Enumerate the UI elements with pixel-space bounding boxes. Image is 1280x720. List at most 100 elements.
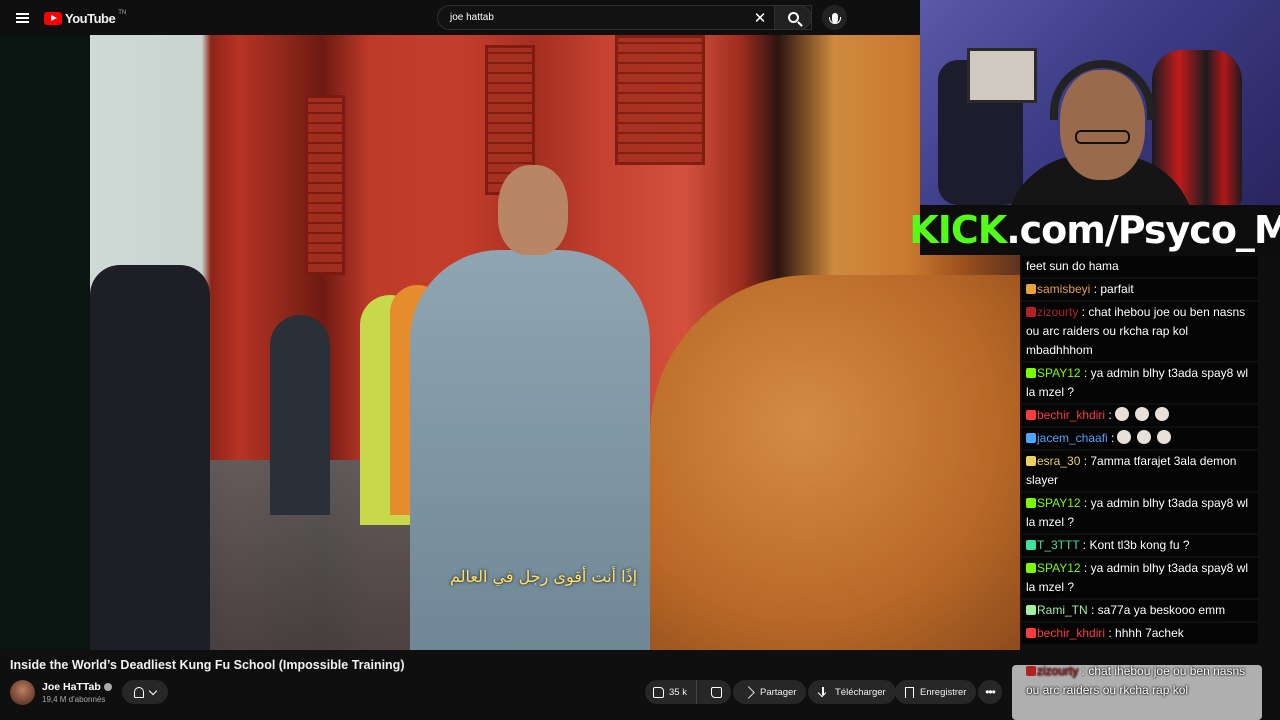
chat-message: Rami_TN : sa77a ya beskooo emm [1022, 600, 1258, 621]
channel-owner: Joe HaTTab 19,4 M d'abonnés [10, 678, 112, 706]
emote-icon [1157, 430, 1172, 444]
chat-text: : [1105, 408, 1112, 422]
search-icon [787, 12, 799, 23]
chat-message: SPAY12 : ya admin blhy t3ada spay8 wl la… [1022, 558, 1258, 598]
chat-text: : Kont tl3b kong fu ? [1079, 538, 1190, 552]
kick-url: .com/Psyco_M [1006, 208, 1280, 252]
chat-username[interactable]: zizourty [1037, 305, 1078, 319]
video-subtitle: إذًا أنت أقوى رجل في العالم [450, 567, 638, 586]
save-label: Enregistrer [920, 686, 967, 698]
share-icon [742, 685, 755, 699]
thumbs-up-icon [653, 686, 664, 698]
subscriber-count: 19,4 M d'abonnés [42, 694, 106, 704]
badge-icon [1026, 307, 1036, 317]
chevron-down-icon [148, 686, 158, 695]
avatar[interactable] [10, 679, 35, 705]
kick-brand: KICK [909, 208, 1007, 252]
search-input[interactable]: joe hattab [438, 12, 747, 23]
chat-message: bechir_khdiri : hhhh 7achek [1022, 623, 1258, 644]
chat-overlay: feet sun do hama samisbeyi : parfait zizou… [1022, 256, 1280, 720]
emote-icon [1117, 430, 1132, 444]
channel-name-row[interactable]: Joe HaTTab [42, 681, 112, 693]
badge-icon [1026, 410, 1036, 420]
badge-icon [1026, 456, 1036, 466]
badge-icon [1026, 666, 1036, 676]
bell-icon [134, 686, 144, 698]
badge-icon [1026, 540, 1036, 550]
notification-button[interactable] [122, 680, 168, 704]
chat-username[interactable]: jacem_chaafi [1037, 431, 1108, 445]
download-group: Télécharger [808, 680, 896, 704]
door-lattice [305, 95, 345, 275]
chat-username[interactable]: SPAY12 [1037, 561, 1081, 575]
chat-username[interactable]: zizourty [1037, 664, 1078, 678]
streamer-webcam [920, 0, 1280, 205]
channel-name[interactable]: Joe HaTTab [42, 681, 101, 693]
video-player[interactable]: إذًا أنت أقوى رجل في العالم [0, 35, 1020, 650]
chat-message: esra_30 : 7amma tfarajet 3ala demon slay… [1022, 451, 1258, 491]
menu-icon [15, 17, 29, 19]
chat-text: feet sun do hama [1026, 259, 1119, 273]
video-frame [90, 35, 1020, 650]
monk-robe [410, 250, 650, 650]
streamer [1005, 55, 1195, 205]
mic-icon [828, 12, 841, 24]
badge-icon [1026, 433, 1036, 443]
door-lattice [615, 35, 705, 165]
verified-icon [103, 682, 112, 691]
badge-icon [1026, 368, 1036, 378]
video-title: Inside the World’s Deadliest Kung Fu Sch… [10, 658, 405, 672]
emote-icon [1154, 407, 1169, 421]
like-button[interactable]: 35 k [645, 680, 697, 704]
chat-message: bechir_khdiri : [1022, 405, 1258, 426]
chat-message: zizourty : chat ihebou joe ou ben nasns … [1022, 661, 1258, 701]
search-button[interactable] [774, 5, 812, 30]
chat-overlay-repeat: zizourty : chat ihebou joe ou ben nasns … [1022, 661, 1262, 701]
download-button[interactable]: Télécharger [808, 680, 896, 704]
share-label: Partager [760, 686, 797, 698]
chat-username[interactable]: Rami_TN [1037, 603, 1088, 617]
share-button[interactable]: Partager [733, 680, 807, 704]
chat-text: : hhhh 7achek [1105, 626, 1184, 640]
chat-username[interactable]: T_3TTT [1037, 538, 1079, 552]
chat-text: : sa77a ya beskooo emm [1087, 603, 1226, 617]
bookmark-icon [905, 686, 914, 698]
badge-icon [1026, 284, 1036, 294]
more-button[interactable]: ••• [978, 680, 1002, 704]
chat-username[interactable]: bechir_khdiri [1037, 626, 1105, 640]
chat-text: : parfait [1090, 282, 1134, 296]
menu-button[interactable] [0, 0, 44, 36]
chat-message: T_3TTT : Kont tl3b kong fu ? [1022, 535, 1258, 556]
youtube-logo-icon [44, 11, 62, 25]
more-icon: ••• [985, 685, 996, 699]
chat-username[interactable]: SPAY12 [1037, 496, 1081, 510]
chat-text: : [1107, 431, 1115, 445]
badge-icon [1026, 605, 1036, 615]
chat-message: zizourty : chat ihebou joe ou ben nasns … [1022, 302, 1258, 361]
chat-message: feet sun do hama [1022, 256, 1258, 277]
logo-wordmark: YouTube [65, 10, 116, 26]
dislike-button[interactable] [703, 680, 731, 704]
badge-icon [1026, 563, 1036, 573]
clear-icon[interactable]: ✕ [747, 5, 773, 30]
badge-icon [1026, 628, 1036, 638]
emote-icon [1114, 407, 1129, 421]
voice-search-button[interactable] [822, 5, 847, 30]
save-group: Enregistrer [895, 680, 977, 704]
chat-username[interactable]: samisbeyi [1037, 282, 1090, 296]
save-button[interactable]: Enregistrer [895, 680, 977, 704]
chat-message: samisbeyi : parfait [1022, 279, 1258, 300]
chat-username[interactable]: bechir_khdiri [1037, 408, 1105, 422]
chat-username[interactable]: SPAY12 [1037, 366, 1081, 380]
chat-message: SPAY12 : ya admin blhy t3ada spay8 wl la… [1022, 363, 1258, 403]
search-box[interactable]: joe hattab ✕ [437, 5, 812, 30]
glasses [1075, 130, 1130, 144]
share-group: Partager [733, 680, 807, 704]
youtube-logo[interactable]: YouTube TN [44, 10, 126, 26]
thumbs-down-icon [710, 686, 722, 698]
host-arm [650, 275, 1020, 650]
badge-icon [1026, 498, 1036, 508]
chat-username[interactable]: esra_30 [1037, 454, 1080, 468]
monk-head [498, 165, 568, 255]
like-dislike-group: 35 k [645, 680, 731, 704]
